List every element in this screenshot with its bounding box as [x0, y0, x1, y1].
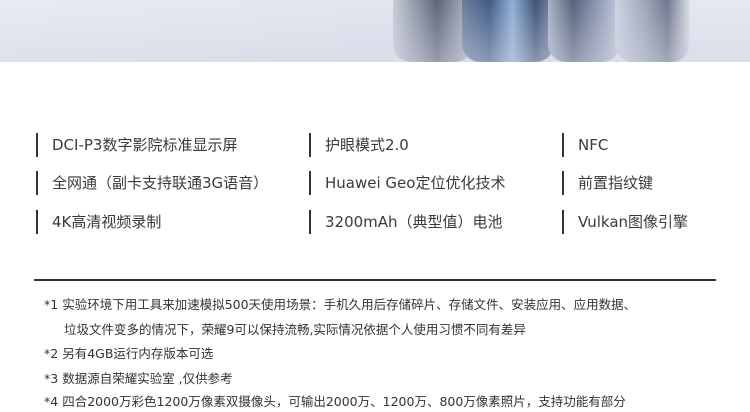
feature-marker	[309, 210, 311, 234]
footnote: *1 实验环境下用工具来加速模拟500天使用场景：手机久用后存储碎片、存储文件、安…	[44, 295, 636, 315]
feature-marker	[309, 133, 311, 157]
hero-shade	[0, 0, 750, 62]
footnote-text: 实验环境下用工具来加速模拟500天使用场景：手机久用后存储碎片、存储文件、安装应…	[62, 297, 637, 312]
feature-marker	[36, 210, 38, 234]
feature-label: 3200mAh（典型值）电池	[325, 213, 503, 231]
section-divider	[34, 279, 716, 281]
footnote-number: *1	[44, 297, 59, 312]
feature-marker	[562, 171, 564, 195]
feature-label: 前置指纹键	[578, 174, 654, 192]
feature-marker	[36, 133, 38, 157]
feature-label: NFC	[578, 136, 609, 154]
footnote-number: *4	[44, 394, 59, 409]
footnote: *3 数据源自荣耀实验室 ,仅供参考	[44, 369, 233, 389]
feature-marker	[309, 171, 311, 195]
feature-marker	[562, 210, 564, 234]
footnote-continuation: 垃圾文件变多的情况下，荣耀9可以保持流畅,实际情况依据个人使用习惯不同有差异	[64, 322, 526, 337]
footnote-text: 另有4GB运行内存版本可选	[62, 346, 214, 361]
footnote-number: *2	[44, 346, 59, 361]
feature-label: 4K高清视频录制	[52, 213, 162, 231]
footnote-text: 数据源自荣耀实验室 ,仅供参考	[62, 371, 233, 386]
feature-label: Vulkan图像引擎	[578, 213, 689, 231]
footnote: *4 四合2000万彩色1200万像素双摄像头，可输出2000万、1200万、80…	[44, 392, 626, 412]
feature-marker	[562, 133, 564, 157]
feature-label: Huawei Geo定位优化技术	[325, 174, 506, 192]
feature-label: 全网通（副卡支持联通3G语音）	[52, 174, 269, 192]
feature-label: DCI-P3数字影院标准显示屏	[52, 136, 238, 154]
feature-label: 护眼模式2.0	[325, 136, 409, 154]
feature-marker	[36, 171, 38, 195]
footnote-number: *3	[44, 371, 59, 386]
footnote-text: 四合2000万彩色1200万像素双摄像头，可输出2000万、1200万、800万…	[62, 394, 626, 409]
hero-banner	[0, 0, 750, 62]
footnote: *2 另有4GB运行内存版本可选	[44, 344, 213, 364]
